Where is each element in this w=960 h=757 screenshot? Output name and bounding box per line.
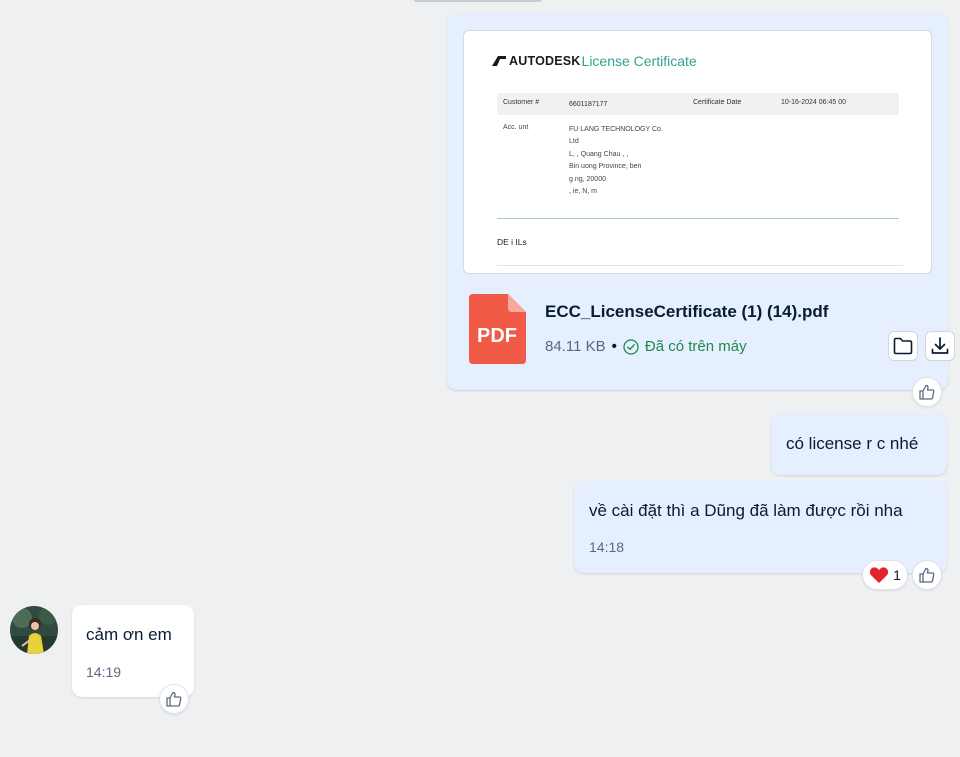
react-like-button[interactable] [912, 377, 942, 407]
account-line: , ie, N, m [569, 188, 598, 196]
thumbs-up-icon [919, 567, 935, 583]
header-date-value: 10-16-2024 06:45 00 [781, 99, 846, 106]
heart-icon [869, 567, 889, 583]
contact-avatar[interactable] [10, 606, 58, 654]
react-like-button[interactable] [159, 684, 189, 714]
check-circle-icon [623, 338, 639, 355]
meta-separator: • [611, 338, 617, 355]
certificate-account-row: Acc. unt FU LANG TECHNOLOGY Co. Ltd L, ,… [497, 115, 899, 195]
details-label: DE i ILs [497, 237, 527, 247]
account-line: L, , Quang Chau , , [569, 150, 629, 158]
message-time: 14:18 [589, 539, 625, 555]
avatar-image [10, 606, 58, 654]
thumbs-up-icon [919, 384, 935, 400]
message-text: có license r c nhé [786, 434, 919, 453]
account-line: Ltd [569, 138, 579, 146]
react-like-button[interactable] [912, 560, 942, 590]
open-folder-button[interactable] [888, 331, 918, 361]
certificate-header: AUTODESK License Certificate [492, 53, 697, 69]
certificate-title: License Certificate [581, 53, 697, 69]
previous-message-edge [414, 0, 542, 2]
message-text: về cài đặt thì a Dũng đã làm được rồi nh… [589, 501, 903, 520]
account-address: FU LANG TECHNOLOGY Co. Ltd L, , Quang Ch… [569, 124, 663, 198]
message-bubble-sent[interactable]: có license r c nhé [771, 414, 947, 475]
download-button[interactable] [925, 331, 955, 361]
file-attachment-row[interactable]: PDF ECC_LicenseCertificate (1) (14).pdf … [469, 294, 955, 364]
account-line: Bin uong Province, ben [569, 163, 642, 171]
account-line: g ng, 20000 [569, 175, 606, 183]
account-line: FU LANG TECHNOLOGY Co. [569, 126, 663, 133]
preview-divider [497, 265, 903, 266]
header-customer: Customer # [503, 99, 540, 106]
file-size: 84.11 KB [545, 338, 606, 355]
autodesk-brand: AUTODESK [509, 54, 581, 68]
certificate-table: Customer # 6601187177 Certificate Date 1… [497, 93, 899, 219]
file-message-bubble[interactable]: AUTODESK License Certificate Customer # … [447, 14, 955, 390]
header-certificate-date: Certificate Date [693, 99, 742, 106]
autodesk-logo-icon [492, 56, 506, 66]
reaction-count: 1 [893, 567, 901, 583]
file-name[interactable]: ECC_LicenseCertificate (1) (14).pdf [545, 302, 828, 322]
thumbs-up-icon [166, 691, 182, 707]
pdf-file-icon: PDF [469, 294, 526, 364]
folder-icon [893, 337, 913, 355]
download-status: Đã có trên máy [644, 338, 747, 355]
certificate-table-header: Customer # 6601187177 Certificate Date 1… [497, 93, 899, 115]
file-preview-thumbnail[interactable]: AUTODESK License Certificate Customer # … [463, 30, 932, 274]
header-customer-number: 6601187177 [569, 101, 608, 108]
pdf-badge-text: PDF [477, 325, 517, 347]
download-icon [931, 337, 949, 354]
message-text: cảm ơn em [86, 625, 172, 644]
file-meta: 84.11 KB • Đã có trên máy [545, 338, 747, 355]
message-time: 14:19 [86, 664, 122, 680]
reaction-summary-badge[interactable]: 1 [862, 560, 908, 590]
account-label: Acc. unt [503, 124, 529, 131]
